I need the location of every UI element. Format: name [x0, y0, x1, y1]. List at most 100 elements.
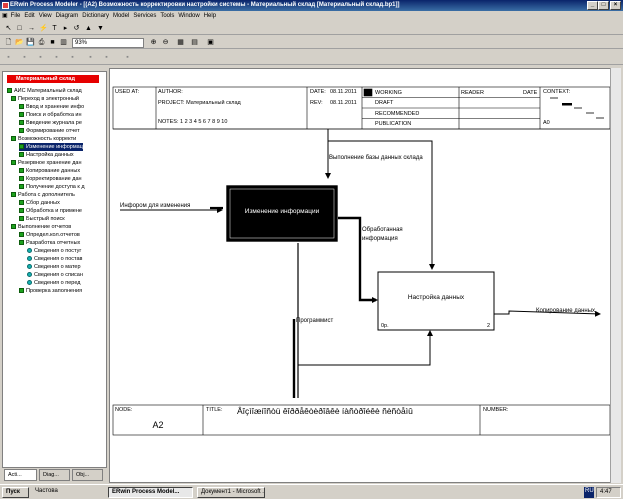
- menu-help[interactable]: Help: [204, 13, 216, 19]
- activity-icon: [11, 223, 16, 229]
- tree-item[interactable]: Разработка отчетных: [19, 239, 80, 247]
- language-indicator[interactable]: RU: [584, 487, 594, 498]
- menu-window[interactable]: Window: [178, 13, 199, 19]
- window-title: ERwin Process Modeler - [(A2) Возможност…: [10, 2, 400, 8]
- undo-icon[interactable]: ↺: [72, 24, 81, 33]
- pointer-tool-icon[interactable]: ↖: [4, 24, 13, 33]
- menu-tools[interactable]: Tools: [160, 13, 174, 19]
- properties-icon[interactable]: ▣: [206, 38, 215, 47]
- tree-item[interactable]: Возможность корректи: [11, 135, 76, 143]
- canvas-scrollbar[interactable]: [610, 68, 621, 483]
- tree-item[interactable]: Поиск и обработка ин: [19, 111, 82, 119]
- tree-item[interactable]: АИС Материальный склад: [7, 87, 82, 95]
- activity-box-change-info[interactable]: Изменение информации: [226, 185, 338, 242]
- mart-icon-3[interactable]: ▪: [36, 53, 45, 62]
- model-mart-toolbar: ▪ ▪ ▪ ▪ ▪ ▪ ▪ ▪: [0, 50, 623, 65]
- tab-diagrams[interactable]: Diag...: [39, 469, 70, 481]
- pan-tool-icon[interactable]: ▸: [61, 24, 70, 33]
- title-label: TITLE:: [206, 407, 223, 413]
- tree-root-node[interactable]: Материальный склад: [7, 75, 99, 83]
- tree-item[interactable]: Определ.кол.отчетов: [19, 231, 80, 239]
- quick-launch-item[interactable]: Частова: [32, 487, 102, 498]
- tree-item[interactable]: Выполнение отчетов: [11, 223, 71, 231]
- task-erwin[interactable]: ERwin Process Model...: [108, 487, 193, 498]
- tree-item[interactable]: Настройка данных: [19, 151, 74, 159]
- activity-icon: [19, 143, 24, 149]
- node-value: A2: [152, 420, 163, 430]
- reader-date-label: DATE: [523, 90, 538, 96]
- mart-icon-2[interactable]: ▪: [20, 53, 29, 62]
- tree-item[interactable]: Сведения о матер: [27, 263, 81, 271]
- menu-file[interactable]: File: [11, 13, 21, 19]
- print-icon[interactable]: ⎙: [37, 38, 46, 47]
- minimize-button[interactable]: _: [587, 1, 598, 10]
- tree-item[interactable]: Сведения о перед: [27, 279, 80, 287]
- activity-icon: [19, 127, 24, 133]
- tree-item[interactable]: Формирование отчет: [19, 127, 80, 135]
- report-icon[interactable]: ▤: [190, 38, 199, 47]
- text-tool-icon[interactable]: T: [50, 24, 59, 33]
- mart-icon-5[interactable]: ▪: [68, 53, 77, 62]
- tree-item[interactable]: Резервное хранение дан: [11, 159, 82, 167]
- squiggle-tool-icon[interactable]: ⚡: [39, 24, 48, 33]
- tree-item[interactable]: Копирование данных: [19, 167, 80, 175]
- menu-dictionary[interactable]: Dictionary: [82, 13, 109, 19]
- mart-icon-8[interactable]: ▪: [123, 53, 132, 62]
- tree-item[interactable]: Работа с дополнитель: [11, 191, 75, 199]
- tree-item[interactable]: Получение доступа к д: [19, 183, 85, 191]
- menu-view[interactable]: View: [39, 13, 52, 19]
- tree-item[interactable]: Корректирование дан: [19, 175, 82, 183]
- tree-item[interactable]: Обработка и примене: [19, 207, 82, 215]
- start-button[interactable]: Пуск: [2, 487, 29, 498]
- tree-item[interactable]: Быстрый поиск: [19, 215, 65, 223]
- tree-item[interactable]: Ввод и хранение инфо: [19, 103, 84, 111]
- mart-icon-7[interactable]: ▪: [102, 53, 111, 62]
- mart-icon-6[interactable]: ▪: [86, 53, 95, 62]
- task-word[interactable]: Документ1 - Microsoft ...: [197, 487, 265, 498]
- tree-item[interactable]: Сведения о списан: [27, 271, 83, 279]
- arrow-tool-icon[interactable]: →: [27, 24, 36, 33]
- diagram-arrows[interactable]: [120, 129, 601, 398]
- mart-icon-4[interactable]: ▪: [52, 53, 61, 62]
- close-button[interactable]: ×: [610, 1, 621, 10]
- save-icon[interactable]: 💾: [26, 38, 35, 47]
- tree-item[interactable]: Сведения о постав: [27, 255, 82, 263]
- mart-icon-1[interactable]: ▪: [4, 53, 13, 62]
- maximize-button[interactable]: □: [598, 1, 609, 10]
- menu-diagram[interactable]: Diagram: [56, 13, 79, 19]
- app-menu-icon[interactable]: ▣: [2, 13, 8, 19]
- font-icon[interactable]: ▥: [59, 38, 68, 47]
- tree-item[interactable]: Изменение информац: [19, 143, 83, 151]
- activity-icon: [27, 279, 32, 285]
- tab-objects[interactable]: Obj...: [72, 469, 103, 481]
- activity-icon: [19, 239, 24, 245]
- tree-item[interactable]: Проверка заполнения: [19, 287, 82, 295]
- diagram-canvas[interactable]: USED AT: AUTHOR: PROJECT: Материальный с…: [109, 68, 621, 483]
- zoom-out-icon[interactable]: ⊖: [161, 38, 170, 47]
- open-file-icon[interactable]: 📂: [15, 38, 24, 47]
- menu-model[interactable]: Model: [113, 13, 129, 19]
- tab-activities[interactable]: Acti...: [4, 469, 37, 481]
- zoom-combo[interactable]: 93%: [72, 38, 144, 48]
- activity-box-data-setup[interactable]: Настройка данных 0р. 2: [377, 271, 495, 331]
- between-arrow-label-line1: Обработанная: [362, 227, 403, 233]
- tree-item[interactable]: Сбор данных: [19, 199, 60, 207]
- tree-item[interactable]: Переход в электронный: [11, 95, 79, 103]
- tree-item-label: Определ.кол.отчетов: [26, 232, 80, 238]
- model-explorer-icon[interactable]: ▦: [176, 38, 185, 47]
- date-value: 08.11.2011: [330, 89, 357, 95]
- menu-services[interactable]: Services: [133, 13, 156, 19]
- go-up-icon[interactable]: ▲: [84, 24, 93, 33]
- menu-edit[interactable]: Edit: [24, 13, 34, 19]
- box-tool-icon[interactable]: □: [15, 24, 24, 33]
- notes-label: NOTES: 1 2 3 4 5 6 7 8 9 10: [158, 119, 227, 125]
- tree-item-label: Переход в электронный: [18, 96, 79, 102]
- go-down-icon[interactable]: ▼: [96, 24, 105, 33]
- color-icon[interactable]: ■: [48, 38, 57, 47]
- menu-bar: ▣ File Edit View Diagram Dictionary Model Servi…: [0, 11, 623, 21]
- zoom-in-icon[interactable]: ⊕: [149, 38, 158, 47]
- activity-icon: [19, 111, 24, 117]
- tree-item[interactable]: Введение журнала ре: [19, 119, 82, 127]
- new-file-icon[interactable]: 🗋: [4, 38, 13, 47]
- tree-item[interactable]: Сведения о постуг: [27, 247, 81, 255]
